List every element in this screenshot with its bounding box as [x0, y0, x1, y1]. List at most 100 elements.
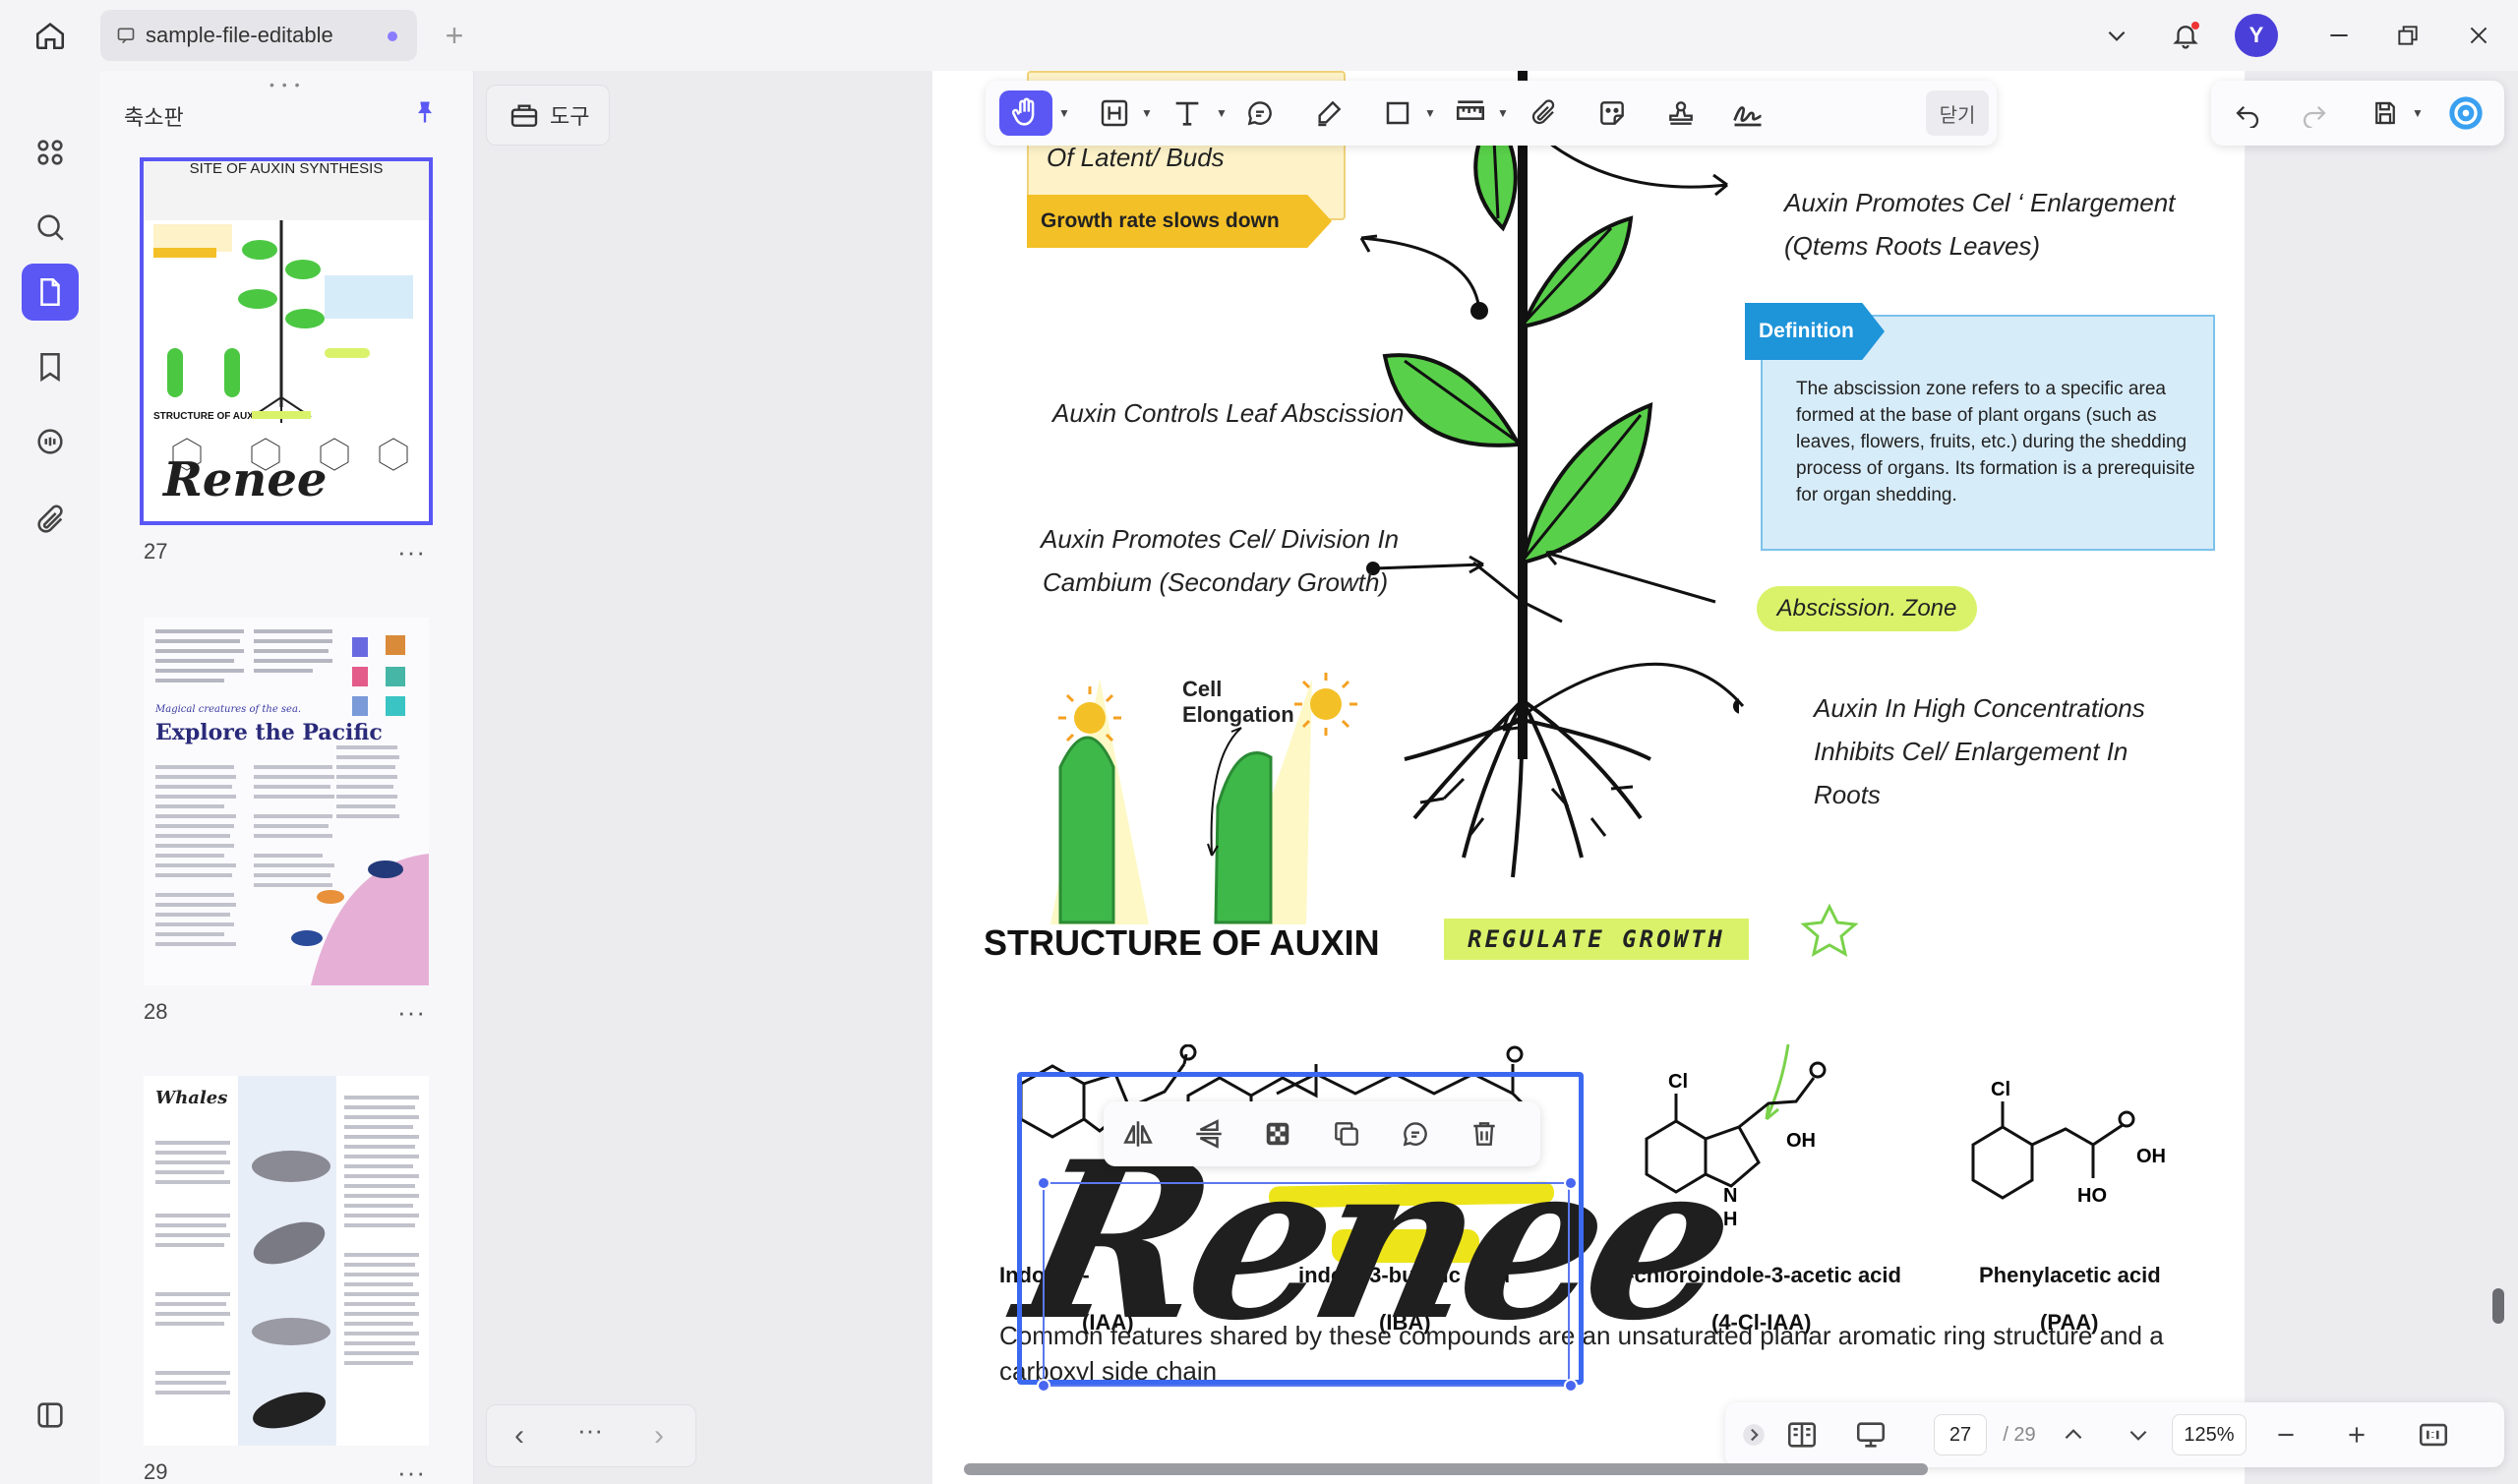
zoom-level-input[interactable]: 125%	[2172, 1414, 2247, 1455]
thumbnail-page-27[interactable]: SITE OF AUXIN SYNTHESIS STRUCTURE OF AUX…	[140, 157, 433, 525]
horizontal-scrollbar[interactable]	[964, 1463, 1928, 1475]
chevron-down-icon	[2108, 30, 2126, 41]
comments-button[interactable]	[22, 413, 79, 470]
text-tool-dropdown[interactable]: ▼	[1216, 106, 1228, 120]
thumbnail-page-28[interactable]: Magical creatures of the sea. Explore th…	[144, 618, 429, 985]
ai-assistant-button[interactable]	[2443, 90, 2488, 136]
hand-tool-dropdown[interactable]: ▼	[1058, 106, 1070, 120]
text-icon	[1175, 101, 1199, 126]
shape-tool-dropdown[interactable]: ▼	[1424, 106, 1436, 120]
tools-button[interactable]: 도구	[486, 85, 610, 146]
heading-tool-button[interactable]	[1092, 90, 1137, 136]
home-button[interactable]	[28, 16, 73, 55]
tabs-dropdown-button[interactable]	[2095, 14, 2138, 57]
save-dropdown[interactable]: ▼	[2412, 106, 2424, 120]
shape-tool-button[interactable]	[1375, 90, 1420, 136]
text-tool-button[interactable]	[1165, 90, 1210, 136]
thumbnail-page-29[interactable]: Whales	[144, 1076, 429, 1446]
sidebar-toggle-button[interactable]	[22, 1387, 79, 1444]
more-options-button[interactable]: ···	[577, 1415, 603, 1446]
resize-handle-tr[interactable]	[1564, 1176, 1578, 1190]
zoom-in-button[interactable]	[2337, 1414, 2376, 1455]
attachments-button[interactable]	[22, 492, 79, 549]
thumbnail-more-button[interactable]: ···	[397, 997, 426, 1028]
save-button[interactable]	[2363, 90, 2408, 136]
root-arrow	[1501, 662, 1745, 732]
thumbnails-button[interactable]	[22, 264, 79, 321]
home-icon	[35, 23, 65, 50]
flip-horizontal-icon	[1123, 1121, 1153, 1147]
redo-button[interactable]	[2292, 90, 2337, 136]
measure-tool-button[interactable]	[1448, 90, 1493, 136]
abscission-zone-label: Abscission. Zone	[1757, 586, 1977, 631]
title-bar: sample-file-editable + Y	[0, 0, 2518, 71]
page-layout-button[interactable]	[1780, 1414, 1824, 1455]
previous-page-button[interactable]	[2054, 1414, 2093, 1455]
delete-button[interactable]	[1464, 1113, 1505, 1155]
collapse-status-button[interactable]	[1739, 1414, 1769, 1455]
canvas-background-right	[2245, 71, 2518, 1484]
flip-horizontal-button[interactable]	[1117, 1113, 1159, 1155]
resize-handle-tl[interactable]	[1037, 1176, 1050, 1190]
bookmarks-button[interactable]	[22, 338, 79, 395]
undo-icon	[2236, 105, 2259, 128]
comments-icon	[37, 429, 63, 454]
signature-tool-button[interactable]	[1725, 90, 1770, 136]
resize-handle-br[interactable]	[1564, 1379, 1578, 1393]
heading-tool-dropdown[interactable]: ▼	[1141, 106, 1153, 120]
sticker-tool-button[interactable]	[1589, 90, 1635, 136]
thumbnail-more-button[interactable]: ···	[397, 1457, 426, 1484]
hand-tool-button[interactable]	[999, 90, 1052, 136]
restore-button[interactable]	[2386, 14, 2429, 57]
minimize-button[interactable]	[2317, 14, 2361, 57]
4cl-oh-label: OH	[1786, 1130, 1816, 1152]
status-bar: 27 / 29 125%	[1725, 1402, 2504, 1467]
close-toolbar-button[interactable]: 닫기	[1926, 90, 1989, 136]
thumbnail-29-heading: Whales	[155, 1088, 227, 1108]
vertical-scrollbar[interactable]	[2492, 1288, 2504, 1324]
apps-button[interactable]	[22, 124, 79, 181]
high-conc-line1: Auxin In High Concentrations	[1814, 693, 2145, 723]
thumbnail-29-preview: Whales	[144, 1076, 429, 1446]
plus-icon	[2349, 1427, 2365, 1443]
annotation-toolbar: ▼ ▼ ▼ ▼ ▼ 닫기	[986, 81, 1997, 146]
minimize-icon	[2330, 34, 2348, 36]
add-comment-button[interactable]	[1395, 1113, 1436, 1155]
thumbnail-more-button[interactable]: ···	[397, 537, 426, 567]
user-avatar[interactable]: Y	[2235, 14, 2278, 57]
highlighter-tool-button[interactable]	[1306, 90, 1351, 136]
chevron-right-icon	[1743, 1424, 1765, 1446]
flip-vertical-button[interactable]	[1188, 1113, 1229, 1155]
stamp-icon	[1669, 101, 1693, 125]
selection-inner-frame[interactable]	[1043, 1182, 1570, 1387]
measure-tool-dropdown[interactable]: ▼	[1497, 106, 1509, 120]
pin-button[interactable]	[407, 94, 443, 130]
next-page-button[interactable]: ›	[654, 1419, 664, 1453]
panel-grip[interactable]: • • •	[270, 77, 301, 92]
high-conc-line2: Inhibits Cel/ Enlargement In	[1814, 737, 2128, 766]
prev-page-button[interactable]: ‹	[514, 1419, 524, 1453]
document-page: Of Latent/ Buds Growth rate slows down A…	[932, 71, 2245, 1484]
page-number-input[interactable]: 27	[1934, 1414, 1987, 1455]
duplicate-button[interactable]	[1326, 1113, 1367, 1155]
4cl-cl-label: Cl	[1668, 1071, 1688, 1093]
notifications-button[interactable]	[2164, 14, 2207, 57]
resize-handle-bl[interactable]	[1037, 1379, 1050, 1393]
restore-icon	[2398, 26, 2418, 45]
paa-structure: Cl OH HO	[1971, 1079, 2166, 1207]
actual-size-button[interactable]	[2408, 1414, 2459, 1455]
zoom-out-button[interactable]	[2266, 1414, 2306, 1455]
undo-button[interactable]	[2225, 90, 2270, 136]
next-page-button[interactable]	[2119, 1414, 2158, 1455]
close-window-button[interactable]	[2457, 14, 2500, 57]
chevron-down-icon	[2129, 1430, 2147, 1441]
document-tab[interactable]: sample-file-editable	[100, 10, 417, 61]
search-button[interactable]	[22, 199, 79, 256]
new-tab-button[interactable]: +	[437, 18, 472, 53]
comment-tool-button[interactable]	[1237, 90, 1283, 136]
signature-icon	[1733, 106, 1762, 127]
opacity-button[interactable]	[1257, 1113, 1298, 1155]
presentation-button[interactable]	[1849, 1414, 1892, 1455]
stamp-tool-button[interactable]	[1658, 90, 1704, 136]
attach-tool-button[interactable]	[1521, 90, 1566, 136]
